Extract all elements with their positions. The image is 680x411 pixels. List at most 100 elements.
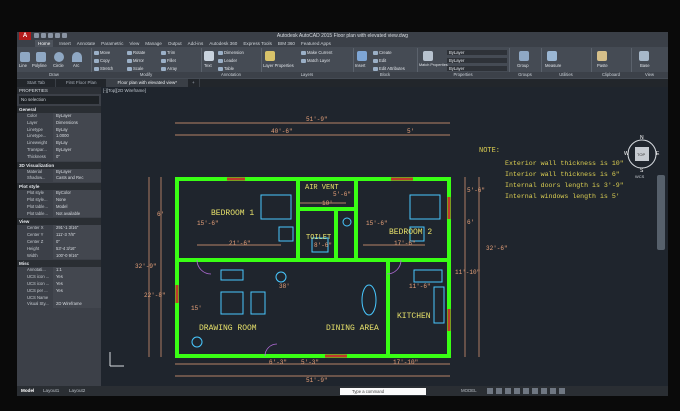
block-group-label[interactable]: Block [353,72,417,78]
property-value[interactable]: Model [53,203,101,211]
property-row[interactable]: Annotati... 1:1 [17,267,101,275]
layers-group-label[interactable]: Layers [261,72,353,78]
tab-autodesk-360[interactable]: Autodesk 360 [209,40,237,47]
property-section-header[interactable]: 3D Visualization [17,161,101,169]
text-icon[interactable] [204,51,214,61]
tab-output[interactable]: Output [168,40,182,47]
utilities-group-label[interactable]: Utilities [541,72,591,78]
line-icon[interactable] [20,52,30,62]
tab-featured-apps[interactable]: Featured Apps [301,40,331,47]
tab-bim-360[interactable]: BIM 360 [278,40,295,47]
property-row[interactable]: UCS per ... Yes [17,287,101,295]
tab-start[interactable]: Start Tab [17,79,56,87]
mirror-button[interactable]: Mirror [127,58,144,63]
property-value[interactable]: 53'-4 3/16" [53,245,101,253]
vertical-scrollbar[interactable] [657,175,665,250]
command-line-input[interactable]: Type a command [340,388,426,395]
property-value[interactable]: Yes [53,280,101,288]
property-value[interactable]: 0" [53,238,101,246]
edit-attributes-button[interactable]: Edit Attributes [373,66,405,71]
layer-properties-button[interactable]: Layer Properties [263,63,294,68]
insert-button[interactable]: Insert [355,63,365,68]
property-row[interactable]: Plot style ByColor [17,190,101,197]
annotation-group-label[interactable]: Annotation [201,72,261,78]
view-group-label[interactable]: View [631,72,668,78]
stretch-button[interactable]: Stretch [94,66,113,71]
workspace-gear-icon[interactable] [550,388,556,394]
insert-block-icon[interactable] [357,51,367,61]
polyline-icon[interactable] [36,52,46,62]
modify-group-label[interactable]: Modify [91,72,201,78]
clipboard-group-label[interactable]: Clipboard [591,72,631,78]
layout1-tab[interactable]: Layout1 [43,386,59,396]
match-properties-icon[interactable] [423,51,433,61]
measure-icon[interactable] [547,51,557,61]
linetype-dropdown[interactable]: ByLayer [447,66,507,71]
property-value[interactable]: 1.0000 [53,133,101,141]
color-dropdown[interactable]: ByLayer [447,50,507,55]
property-row[interactable]: Thickness 0" [17,153,101,161]
paste-button[interactable]: Paste [597,63,608,68]
property-row[interactable]: Plot style... None [17,196,101,204]
property-row[interactable]: Center Y 111'-3 7/8" [17,232,101,239]
leader-button[interactable]: Leader [218,58,237,63]
property-section-header[interactable]: General [17,106,101,113]
polar-toggle-icon[interactable] [514,388,520,394]
property-value[interactable]: 1:1 [53,267,101,275]
property-value[interactable]: ByColor [53,190,101,197]
edit-block-button[interactable]: Edit [373,58,386,63]
model-tab[interactable]: Model [21,386,34,396]
base-button[interactable]: Base [640,63,650,68]
circle-button[interactable]: Circle [53,63,64,68]
dimension-button[interactable]: Dimension [218,50,244,55]
property-row[interactable]: Material ByLayer [17,168,101,176]
paste-icon[interactable] [597,51,607,61]
move-button[interactable]: Move [94,50,110,55]
property-value[interactable]: Not available [53,210,101,218]
group-button[interactable]: Group [517,63,529,68]
lineweight-dropdown[interactable]: ByLayer [447,58,507,63]
array-button[interactable]: Array [161,66,177,71]
rotate-button[interactable]: Rotate [127,50,145,55]
measure-button[interactable]: Measure [545,63,561,68]
tab-add-ins[interactable]: Add-ins [188,40,204,47]
tab-manage[interactable]: Manage [145,40,162,47]
viewcube-north[interactable]: N [640,135,644,141]
group-icon[interactable] [519,51,529,61]
property-value[interactable]: 111'-3 7/8" [53,232,101,239]
property-row[interactable]: UCS Name [17,294,101,302]
viewcube-west[interactable]: W [624,151,629,157]
property-row[interactable]: Linetype ByLay [17,126,101,134]
property-row[interactable]: Visual Sty... 2D Wireframe [17,301,101,309]
property-row[interactable]: UCS icon ... Yes [17,274,101,281]
draw-group-label[interactable]: Draw [17,72,91,78]
tab-view[interactable]: View [129,40,139,47]
tab-annotate[interactable]: Annotate [77,40,95,47]
property-row[interactable]: UCS icon ... Yes [17,280,101,288]
property-value[interactable]: Dimensions [53,119,101,127]
property-value[interactable]: Casts and Rec [53,175,101,183]
property-value[interactable]: ByLay [53,126,101,134]
property-row[interactable]: Width 100'-0 9/16" [17,252,101,260]
property-row[interactable]: Shadow... Casts and Rec [17,175,101,183]
viewcube[interactable]: TOP N S W E WCS [624,134,660,179]
polyline-button[interactable]: Polyline [32,63,47,68]
properties-group-label[interactable]: Properties [417,72,509,78]
wcs-menu[interactable]: WCS [635,174,644,179]
property-value[interactable]: 291'-1 3/16" [53,225,101,233]
tab-insert[interactable]: Insert [59,40,71,47]
tab-floor-plan-elevated[interactable]: Floor plan with elevated view* [107,79,188,87]
viewcube-east[interactable]: E [656,151,659,157]
match-properties-button[interactable]: Match Properties [419,63,448,67]
snap-toggle-icon[interactable] [496,388,502,394]
property-value[interactable]: 100'-0 9/16" [53,252,101,260]
property-row[interactable]: Transpar... ByLayer [17,146,101,154]
property-value[interactable]: 2D Wireframe [53,301,101,309]
ortho-toggle-icon[interactable] [505,388,511,394]
copy-button[interactable]: Copy [94,58,110,63]
new-tab-button[interactable]: + [188,79,200,87]
tab-first-floor-plan[interactable]: First Floor Plan [56,79,108,87]
property-row[interactable]: Linetype... 1.0000 [17,133,101,141]
scale-button[interactable]: Scale [127,66,143,71]
property-value[interactable]: 0" [53,153,101,161]
